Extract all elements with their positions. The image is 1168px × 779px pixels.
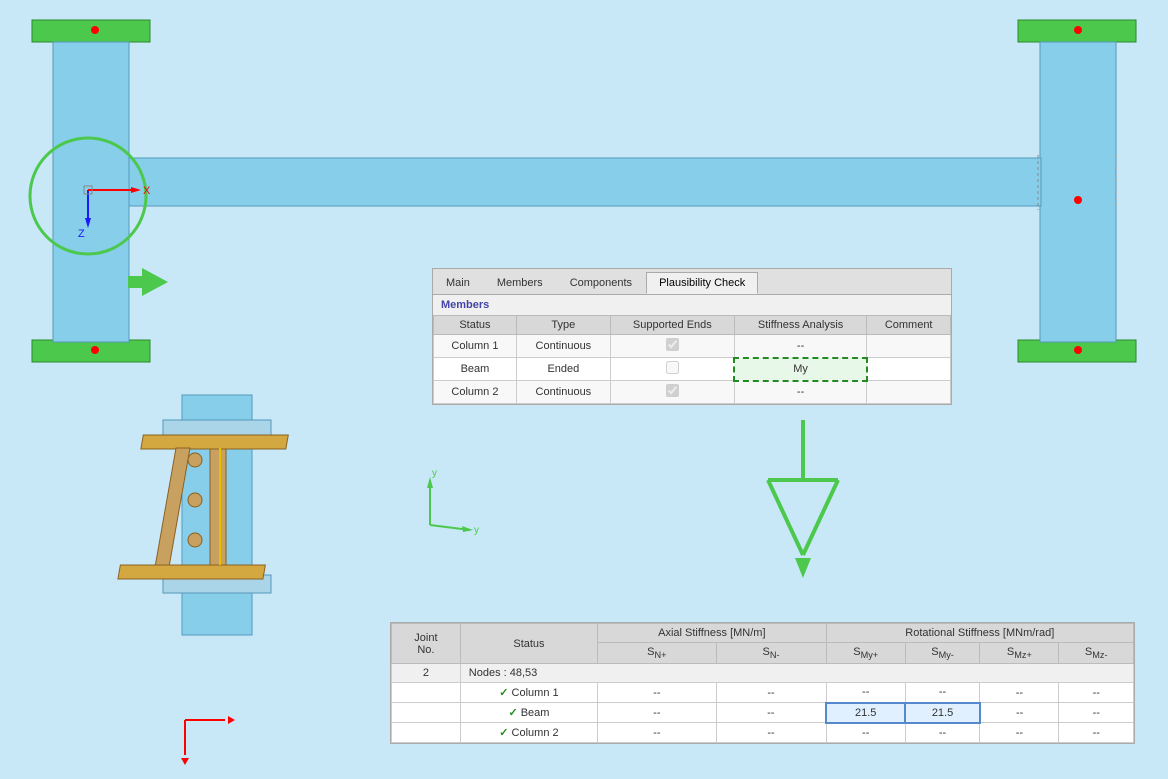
cell-stiffness-active[interactable]: My xyxy=(734,358,866,381)
checkbox-col2 xyxy=(666,384,679,397)
th-smy-minus: SMy- xyxy=(905,643,979,664)
table-row: Beam Ended My xyxy=(434,358,951,381)
th-status: Status xyxy=(460,624,597,664)
table-row: ✓ Beam -- -- 21.5 21.5 -- -- xyxy=(392,703,1134,723)
cell-comment xyxy=(867,358,951,381)
cell-smz-plus: -- xyxy=(980,723,1059,743)
th-sn-plus: SN+ xyxy=(598,643,716,664)
cell-smz-minus: -- xyxy=(1059,683,1134,703)
tab-bar: Main Members Components Plausibility Che… xyxy=(433,269,951,295)
th-axial-stiffness: Axial Stiffness [MN/m] xyxy=(598,624,826,643)
col-status: Status xyxy=(434,316,517,335)
th-sn-minus: SN- xyxy=(716,643,826,664)
cell-comment xyxy=(867,335,951,358)
svg-text:X: X xyxy=(143,185,151,197)
svg-text:Z: Z xyxy=(78,228,85,240)
check-icon: ✓ xyxy=(499,687,508,699)
members-table: Status Type Supported Ends Stiffness Ana… xyxy=(433,315,951,404)
svg-text:y: y xyxy=(474,525,479,536)
cell-status: ✓ Column 2 xyxy=(460,723,597,743)
th-smz-plus: SMz+ xyxy=(980,643,1059,664)
checkbox-col1 xyxy=(666,338,679,351)
checkbox-beam xyxy=(666,361,679,374)
cell-sn-plus: -- xyxy=(598,683,716,703)
cell-smz-minus: -- xyxy=(1059,723,1134,743)
cell-smz-plus: -- xyxy=(980,703,1059,723)
cell-sn-plus: -- xyxy=(598,703,716,723)
svg-text:y: y xyxy=(432,468,437,479)
cell-status: Column 1 xyxy=(434,335,517,358)
cell-sn-plus: -- xyxy=(598,723,716,743)
tab-plausibility-check[interactable]: Plausibility Check xyxy=(646,272,758,294)
cell-comment xyxy=(867,381,951,404)
cell-type: Ended xyxy=(516,358,610,381)
cell-supported-ends xyxy=(610,335,734,358)
cell-type: Continuous xyxy=(516,335,610,358)
cell-sn-minus: -- xyxy=(716,683,826,703)
cell-smy-minus: -- xyxy=(905,683,979,703)
col-supported-ends: Supported Ends xyxy=(610,316,734,335)
check-icon: ✓ xyxy=(499,727,508,739)
cell-smz-minus: -- xyxy=(1059,703,1134,723)
col-type: Type xyxy=(516,316,610,335)
cell-sn-minus: -- xyxy=(716,703,826,723)
cell-stiffness: -- xyxy=(734,335,866,358)
cell-supported-ends xyxy=(610,381,734,404)
cell-smy-plus: -- xyxy=(826,723,905,743)
cell-status: ✓ Column 1 xyxy=(460,683,597,703)
cell-status: ✓ Beam xyxy=(460,703,597,723)
table-row: Column 1 Continuous -- xyxy=(434,335,951,358)
table-row: ✓ Column 2 -- -- -- -- -- -- xyxy=(392,723,1134,743)
cell-type: Continuous xyxy=(516,381,610,404)
cell-smz-plus: -- xyxy=(980,683,1059,703)
cell-joint xyxy=(392,703,461,723)
table-row: Column 2 Continuous -- xyxy=(434,381,951,404)
cell-joint xyxy=(392,723,461,743)
col-stiffness-analysis: Stiffness Analysis xyxy=(734,316,866,335)
section-title: Members xyxy=(433,295,951,315)
th-rotational-stiffness: Rotational Stiffness [MNm/rad] xyxy=(826,624,1133,643)
cell-smy-plus-highlighted: 21.5 xyxy=(826,703,905,723)
table-row: ✓ Column 1 -- -- -- -- -- -- xyxy=(392,683,1134,703)
th-joint-no: JointNo. xyxy=(392,624,461,664)
cell-smy-plus: -- xyxy=(826,683,905,703)
th-smy-plus: SMy+ xyxy=(826,643,905,664)
members-panel: Main Members Components Plausibility Che… xyxy=(432,268,952,405)
cell-smy-minus-highlighted: 21.5 xyxy=(905,703,979,723)
th-smz-minus: SMz- xyxy=(1059,643,1134,664)
tab-main[interactable]: Main xyxy=(433,272,483,294)
cell-stiffness: -- xyxy=(734,381,866,404)
tab-components[interactable]: Components xyxy=(557,272,645,294)
cell-joint xyxy=(392,683,461,703)
cell-supported-ends xyxy=(610,358,734,381)
cell-sn-minus: -- xyxy=(716,723,826,743)
cell-smy-minus: -- xyxy=(905,723,979,743)
nodes-row: 2 Nodes : 48,53 xyxy=(392,664,1134,683)
stiffness-table: JointNo. Status Axial Stiffness [MN/m] R… xyxy=(391,623,1134,743)
check-icon: ✓ xyxy=(508,707,517,719)
col-comment: Comment xyxy=(867,316,951,335)
cell-joint-no: 2 xyxy=(392,664,461,683)
cell-status: Beam xyxy=(434,358,517,381)
cell-status: Column 2 xyxy=(434,381,517,404)
tab-members[interactable]: Members xyxy=(484,272,556,294)
cell-nodes-label: Nodes : 48,53 xyxy=(460,664,1133,683)
stiffness-panel: JointNo. Status Axial Stiffness [MN/m] R… xyxy=(390,622,1135,744)
